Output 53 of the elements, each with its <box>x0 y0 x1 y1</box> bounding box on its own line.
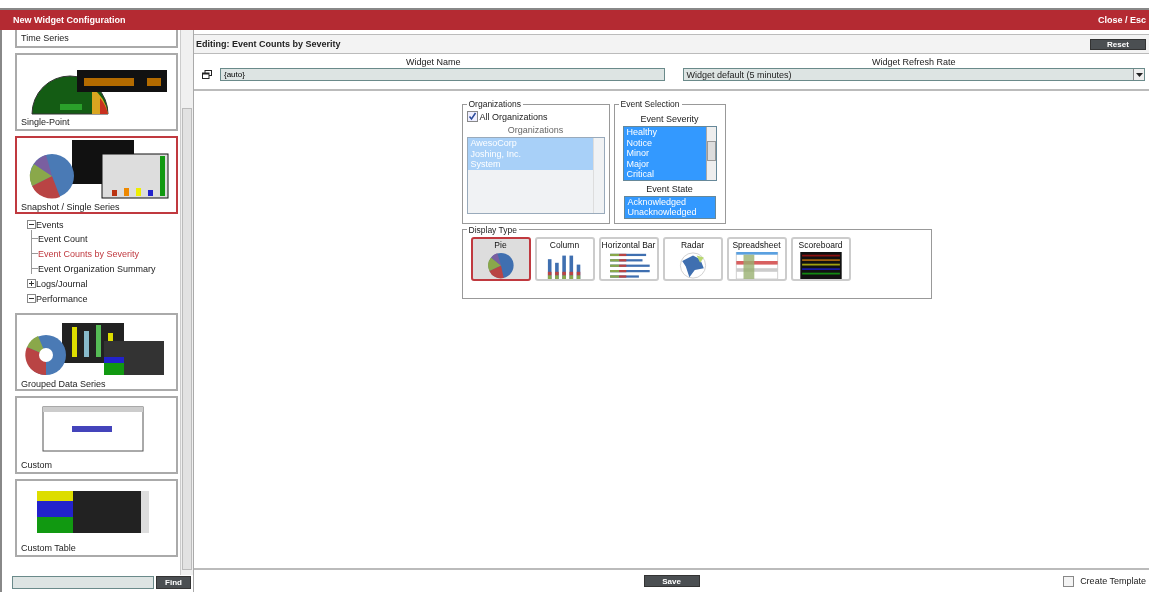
checkbox-label: All Organizations <box>479 111 548 122</box>
tree-item[interactable]: Events <box>36 219 64 230</box>
panel-legend: Event Selection <box>618 99 682 109</box>
display-type-option[interactable]: Scoreboard <box>790 236 851 281</box>
display-type-option[interactable]: Pie <box>470 236 531 281</box>
display-type-option[interactable]: Radar <box>662 236 723 281</box>
widget-type-label: Snapshot / Single Series <box>21 202 121 212</box>
checkbox-label: Create Template <box>1080 576 1146 586</box>
list-label: Event Severity <box>639 114 700 124</box>
window-title: New Widget Configuration <box>13 15 126 25</box>
widget-type-label: Custom Table <box>21 543 77 553</box>
widget-type-card[interactable]: Time Series <box>15 30 178 48</box>
tree-item[interactable]: Event Organization Summary <box>38 263 156 274</box>
scrollbar[interactable] <box>180 30 193 575</box>
windows-icon <box>202 70 212 79</box>
tree-toggle-icon[interactable] <box>27 220 36 229</box>
field-label: Widget Refresh Rate <box>871 57 956 67</box>
list-label: Event State <box>645 183 694 194</box>
save-button[interactable]: Save <box>643 575 700 587</box>
tree-toggle-icon[interactable] <box>27 279 36 288</box>
editor-title: Editing: Event Counts by Severity <box>196 39 341 49</box>
close-link[interactable]: Close / Esc <box>1097 15 1146 25</box>
field-label: Widget Name <box>406 57 461 67</box>
list-label: Organizations <box>506 125 565 135</box>
checkbox[interactable] <box>1063 575 1075 587</box>
reset-button[interactable]: Reset <box>1090 38 1146 50</box>
widget-type-card[interactable]: Grouped Data Series <box>15 313 178 391</box>
widget-type-label: Custom <box>21 460 53 470</box>
panel-legend: Organizations <box>466 99 523 109</box>
search-field[interactable] <box>12 576 154 589</box>
widget-type-card[interactable]: Custom <box>15 396 178 474</box>
widget-type-label: Time Series <box>21 33 70 43</box>
tree-item[interactable]: Event Count <box>38 233 88 244</box>
widget-type-card[interactable]: Single-Point <box>15 53 178 131</box>
scoreboard-icon <box>797 251 844 279</box>
tree-item[interactable]: Performance <box>36 293 88 304</box>
widget-type-card[interactable]: Custom Table <box>15 479 178 557</box>
find-button[interactable]: Find <box>156 576 191 589</box>
spreadsheet-icon <box>733 251 780 279</box>
widget-name-field[interactable]: {auto} <box>220 68 665 81</box>
panel-legend: Display Type <box>466 224 519 235</box>
widget-type-card[interactable]: Snapshot / Single Series <box>15 136 178 214</box>
display-type-option[interactable]: Spreadsheet <box>726 236 787 281</box>
tree-toggle-icon[interactable] <box>27 294 36 303</box>
widget-type-label: Single-Point <box>21 117 71 127</box>
tree-item[interactable]: Logs/Journal <box>36 278 88 289</box>
display-type-option[interactable]: Horizontal Bar <box>598 236 659 281</box>
refresh-rate-select[interactable]: Widget default (5 minutes) <box>682 68 1145 81</box>
dropdown-arrow-icon <box>1133 69 1144 80</box>
checkbox[interactable] <box>466 111 478 122</box>
widget-type-label: Grouped Data Series <box>21 379 107 389</box>
display-type-option[interactable]: Column <box>534 236 595 281</box>
tree-item[interactable]: Event Counts by Severity <box>38 248 140 259</box>
